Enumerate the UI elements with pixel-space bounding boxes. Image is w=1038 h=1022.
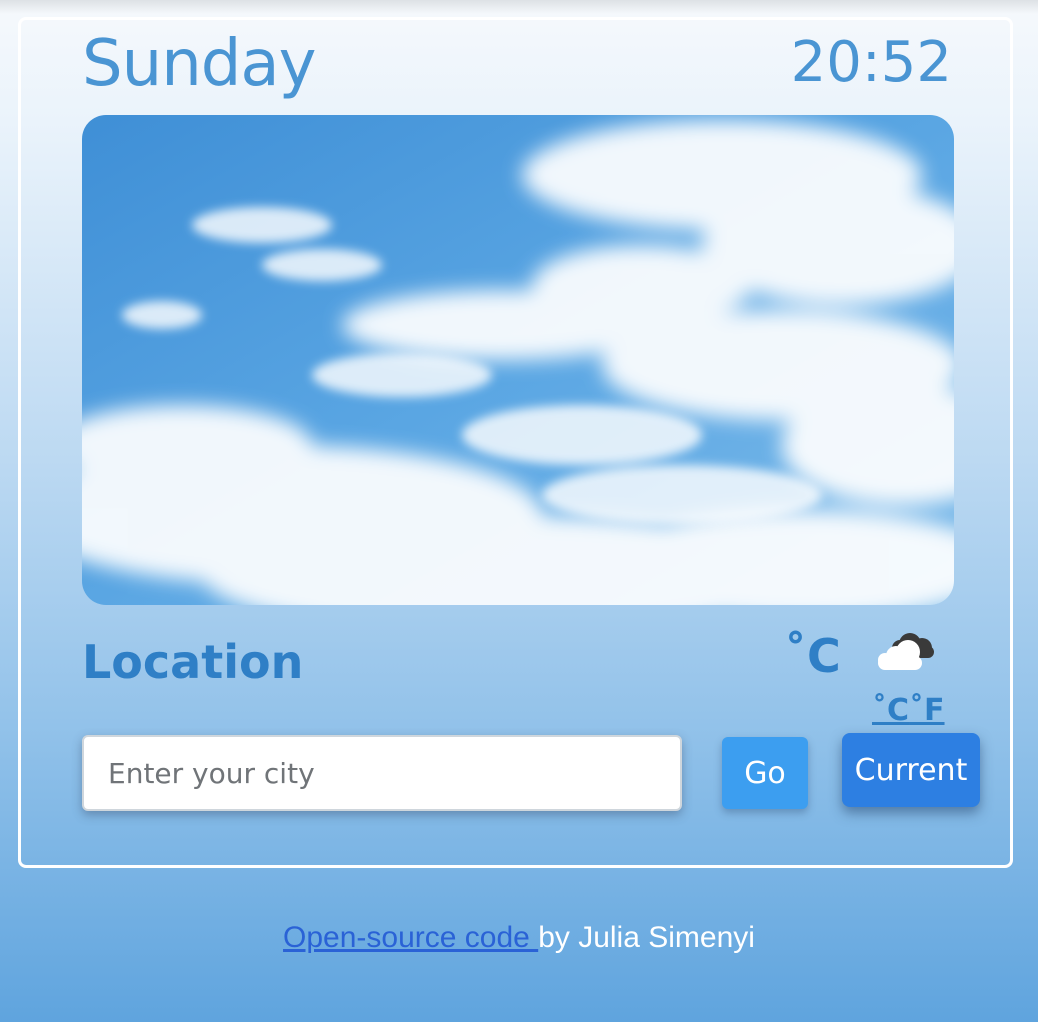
footer: Open-source code by Julia Simenyi <box>0 918 1038 958</box>
location-label: Location <box>82 635 304 689</box>
current-location-button[interactable]: Current <box>842 733 980 807</box>
time-label: 20:52 <box>790 30 952 95</box>
day-label: Sunday <box>82 27 316 101</box>
cloud-moon-icon <box>872 626 942 676</box>
temperature-unit: ˚C <box>784 629 841 683</box>
celsius-link[interactable]: ˚C <box>872 693 909 728</box>
fahrenheit-link[interactable]: ˚F <box>909 693 945 728</box>
unit-toggle: ˚C˚F <box>872 692 945 730</box>
sky-image <box>82 115 954 605</box>
window-top-shadow <box>0 0 1038 14</box>
open-source-link[interactable]: Open-source code <box>283 921 538 954</box>
city-search-input[interactable] <box>82 735 682 811</box>
footer-author: by Julia Simenyi <box>538 921 755 954</box>
go-button[interactable]: Go <box>722 737 808 809</box>
